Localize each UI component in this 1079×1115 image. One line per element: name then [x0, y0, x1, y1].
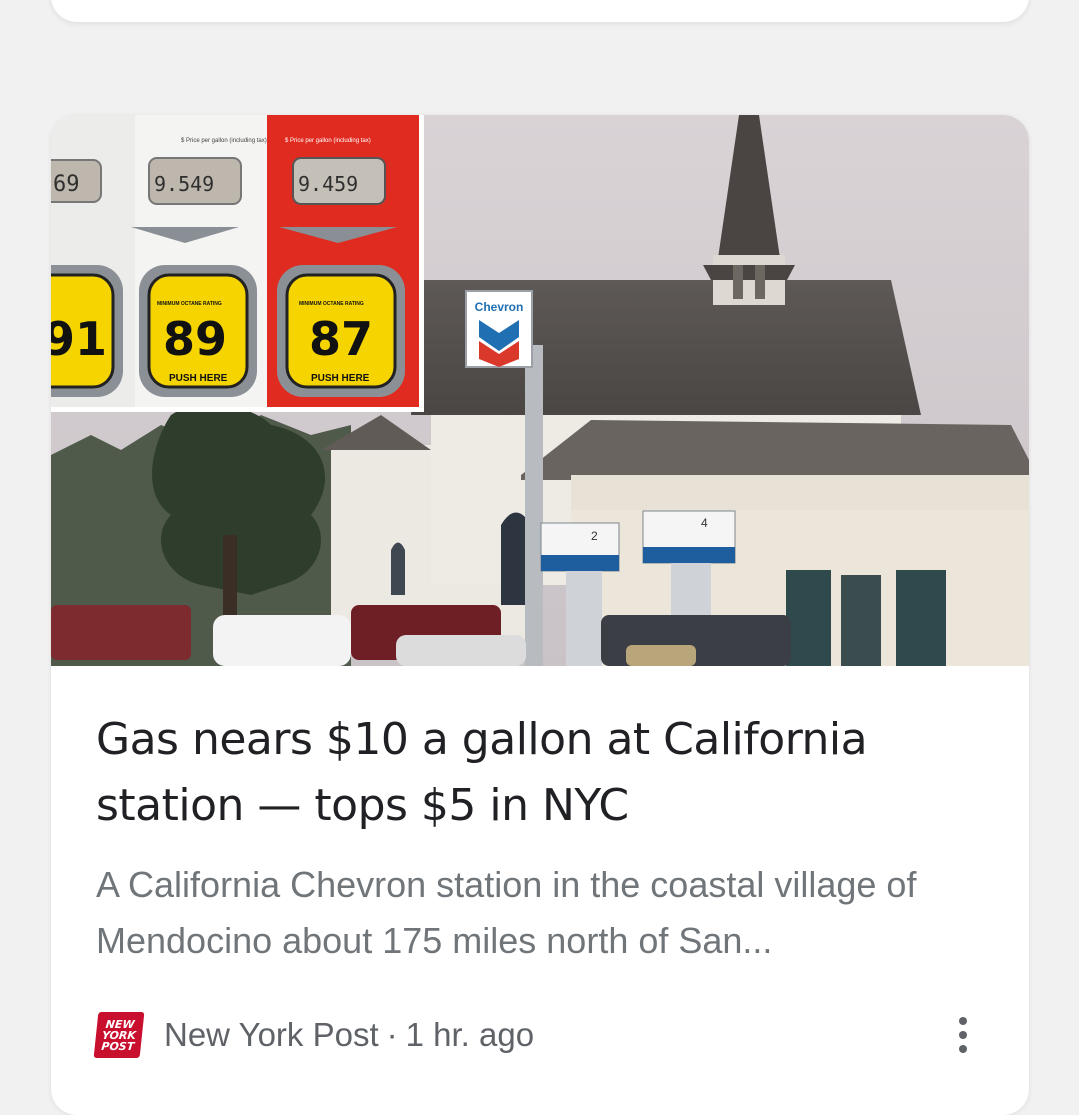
- publish-time: 1 hr. ago: [405, 1016, 535, 1053]
- previous-card-bottom[interactable]: [51, 0, 1029, 22]
- push-label-2: PUSH HERE: [169, 373, 228, 384]
- octane-rating-3: 87: [309, 312, 373, 366]
- news-card[interactable]: Chevron 2 4 $ Price per gallon (includin…: [51, 115, 1029, 1115]
- pump-number-2: 2: [591, 529, 598, 543]
- article-headline[interactable]: Gas nears $10 a gallon at California sta…: [96, 707, 976, 839]
- pump-price-1: 69: [53, 172, 80, 197]
- pump-number-4: 4: [701, 516, 708, 530]
- meta-separator: ·: [386, 1016, 398, 1053]
- chevron-sign-text: Chevron: [475, 300, 524, 314]
- octane-rating-2: 89: [163, 312, 227, 366]
- pump-price-2: 9.549: [154, 172, 214, 196]
- article-source-row: NEW YORK POST New York Post · 1 hr. ago: [93, 1010, 976, 1060]
- publisher-name: New York Post: [164, 1016, 379, 1053]
- publisher-logo: NEW YORK POST: [93, 1012, 145, 1058]
- octane-rating-1: 91: [51, 312, 107, 366]
- price-caption-1: $ Price per gallon (including tax): [181, 138, 267, 144]
- pump-price-3: 9.459: [298, 172, 358, 196]
- push-label-3: PUSH HERE: [311, 373, 370, 384]
- octane-caption-2: MINIMUM OCTANE RATING: [157, 301, 222, 307]
- price-caption-2: $ Price per gallon (including tax): [285, 138, 371, 144]
- more-vert-icon[interactable]: [943, 1010, 983, 1060]
- octane-caption-3: MINIMUM OCTANE RATING: [299, 301, 364, 307]
- article-snippet: A California Chevron station in the coas…: [96, 864, 917, 961]
- article-thumbnail[interactable]: Chevron 2 4 $ Price per gallon (includin…: [51, 115, 1029, 666]
